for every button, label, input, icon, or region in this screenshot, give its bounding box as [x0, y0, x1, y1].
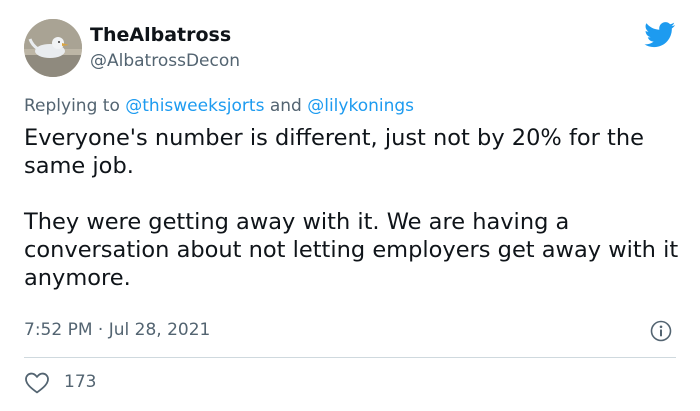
like-count: 173 [64, 372, 97, 392]
tweet-body: Everyone's number is different, just not… [24, 124, 684, 292]
reply-prefix: Replying to [24, 96, 120, 116]
author-handle[interactable]: @AlbatrossDecon [90, 51, 240, 71]
mention-lilykonings[interactable]: @lilykonings [307, 96, 414, 116]
twitter-bird-icon[interactable] [644, 22, 676, 48]
reply-context: Replying to @thisweeksjorts and @lilykon… [24, 96, 414, 116]
avatar-image [24, 19, 82, 77]
tweet-paragraph-1: Everyone's number is different, just not… [24, 125, 644, 179]
tweet-card: TheAlbatross @AlbatrossDecon Replying to… [0, 0, 700, 411]
divider [24, 357, 676, 358]
reply-conjunction: and [269, 96, 302, 116]
mention-thisweeksjorts[interactable]: @thisweeksjorts [125, 96, 264, 116]
tweet-paragraph-2: They were getting away with it. We are h… [24, 209, 679, 291]
tweet-timestamp[interactable]: 7:52 PM · Jul 28, 2021 [24, 320, 210, 340]
heart-icon[interactable] [24, 372, 50, 394]
avatar[interactable] [24, 19, 82, 77]
author-name[interactable]: TheAlbatross [90, 24, 231, 46]
info-icon[interactable] [650, 320, 672, 342]
